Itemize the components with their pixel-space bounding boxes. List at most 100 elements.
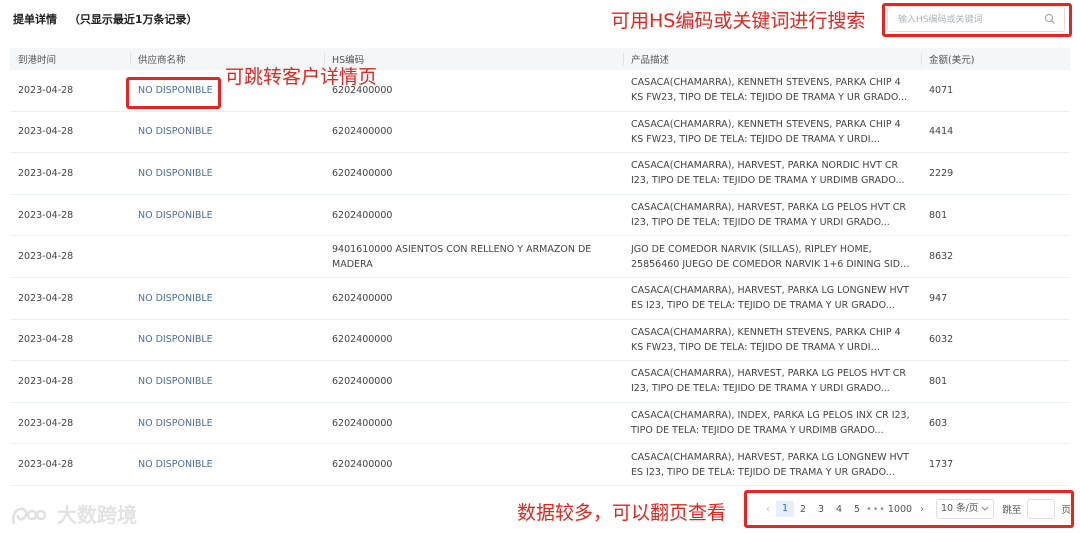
supplier-link[interactable]: NO DISPONIBLE (130, 277, 324, 320)
table-row: 2023-04-28 NO DISPONIBLE 6202400000 CASACA(… (10, 443, 1070, 486)
product-description-cell: CASACA(CHAMARRA), KENNETH STEVENS, PARKA… (623, 319, 921, 362)
arrival-date-cell-text: 2023-04-28 (18, 84, 74, 96)
product-description-cell: CASACA(CHAMARRA), KENNETH STEVENS, PARKA… (623, 111, 921, 154)
amount-cell-text: 603 (929, 417, 948, 429)
hs-code-cell: 6202400000 (324, 111, 623, 154)
arrival-date-cell-text: 2023-04-28 (18, 251, 74, 263)
arrival-date-cell-text: 2023-04-28 (18, 209, 74, 221)
product-description-cell: CASACA(CHAMARRA), HARVEST, PARKA LG PELO… (623, 194, 921, 237)
hs-code-cell-text: 6202400000 (332, 126, 393, 138)
product-description-cell-text: CASACA(CHAMARRA), KENNETH STEVENS, PARKA… (631, 326, 901, 353)
supplier-link[interactable]: NO DISPONIBLE (130, 443, 324, 486)
arrival-date-cell-text: 2023-04-28 (18, 292, 74, 304)
amount-cell: 1737 (921, 443, 1070, 486)
page-ellipsis[interactable]: ••• (866, 504, 886, 515)
prev-page-icon[interactable]: ‹ (760, 504, 776, 515)
page-last[interactable]: 1000 (886, 504, 914, 515)
amount-cell-text: 4071 (929, 84, 954, 96)
supplier-link-text[interactable]: NO DISPONIBLE (138, 208, 316, 223)
product-description-cell: CASACA(CHAMARRA), HARVEST, PARKA LG LONG… (623, 443, 921, 486)
arrival-date-cell: 2023-04-28 (10, 402, 130, 445)
arrival-date-cell-text: 2023-04-28 (18, 417, 74, 429)
supplier-link-text[interactable]: NO DISPONIBLE (138, 291, 316, 306)
product-description-cell: CASACA(CHAMARRA), INDEX, PARKA LG PELOS … (623, 402, 921, 445)
supplier-link-text[interactable]: NO DISPONIBLE (138, 166, 316, 181)
page-5[interactable]: 5 (848, 504, 866, 515)
hs-code-cell: 6202400000 (324, 319, 623, 362)
supplier-link[interactable]: NO DISPONIBLE (130, 319, 324, 362)
page-size-select[interactable]: 10 条/页 (936, 499, 995, 519)
product-description-cell: CASACA(CHAMARRA), HARVEST, PARKA LG PELO… (623, 360, 921, 403)
page-2[interactable]: 2 (794, 504, 812, 515)
column-header-arrival-date[interactable]: 到港时间 (10, 48, 130, 70)
table-row: 2023-04-28 NO DISPONIBLE 6202400000 CASACA(… (10, 319, 1070, 362)
supplier-link[interactable]: NO DISPONIBLE (130, 194, 324, 237)
supplier-link (130, 235, 324, 278)
table-row: 2023-04-28 9401610000 ASIENTOS CON RELLEN… (10, 235, 1070, 278)
amount-cell-text: 8632 (929, 251, 954, 263)
hs-code-cell: 9401610000 ASIENTOS CON RELLENO Y ARMAZO… (324, 235, 623, 278)
amount-cell: 801 (921, 360, 1070, 403)
amount-cell-text: 947 (929, 292, 948, 304)
supplier-link-text[interactable]: NO DISPONIBLE (138, 374, 316, 389)
arrival-date-cell: 2023-04-28 (10, 360, 130, 403)
hs-code-cell-text: 6202400000 (332, 375, 393, 387)
amount-cell-text: 4414 (929, 126, 954, 138)
supplier-link[interactable]: NO DISPONIBLE (130, 402, 324, 445)
column-header-product-description[interactable]: 产品描述 (623, 48, 921, 70)
pagination: ‹ 1 2 3 4 5 ••• 1000 › 10 条/页 跳至 页 (760, 497, 1071, 521)
column-header-amount[interactable]: 金额(美元) (921, 48, 1070, 70)
amount-cell: 603 (921, 402, 1070, 445)
amount-cell: 8632 (921, 235, 1070, 278)
page-3[interactable]: 3 (812, 504, 830, 515)
product-description-cell: CASACA(CHAMARRA), KENNETH STEVENS, PARKA… (623, 70, 921, 112)
arrival-date-cell: 2023-04-28 (10, 443, 130, 486)
product-description-cell: CASACA(CHAMARRA), HARVEST, PARKA NORDIC … (623, 152, 921, 195)
amount-cell: 4071 (921, 70, 1070, 112)
amount-cell: 4414 (921, 111, 1070, 154)
page-4[interactable]: 4 (830, 504, 848, 515)
product-description-cell: CASACA(CHAMARRA), HARVEST, PARKA LG LONG… (623, 277, 921, 320)
next-page-icon[interactable]: › (914, 504, 930, 515)
product-description-cell-text: CASACA(CHAMARRA), KENNETH STEVENS, PARKA… (631, 77, 908, 104)
arrival-date-cell-text: 2023-04-28 (18, 459, 74, 471)
amount-cell: 801 (921, 194, 1070, 237)
page-subtitle: （只显示最近1万条记录） (68, 13, 198, 26)
product-description-cell-text: CASACA(CHAMARRA), INDEX, PARKA LG PELOS … (631, 410, 910, 437)
page-title: 提单详情 （只显示最近1万条记录） (13, 10, 198, 30)
arrival-date-cell: 2023-04-28 (10, 70, 130, 112)
product-description-cell-text: JGO DE COMEDOR NARVIK (SILLAS), RIPLEY H… (631, 243, 907, 270)
supplier-link-text[interactable]: NO DISPONIBLE (138, 457, 316, 472)
table-row: 2023-04-28 NO DISPONIBLE 6202400000 CASACA(… (10, 360, 1070, 403)
supplier-link-text[interactable]: NO DISPONIBLE (138, 416, 316, 431)
amount-cell-text: 2229 (929, 167, 954, 179)
product-description-cell-text: CASACA(CHAMARRA), HARVEST, PARKA LG PELO… (631, 202, 907, 229)
search-highlight-box (882, 3, 1072, 37)
supplier-link-text[interactable]: NO DISPONIBLE (138, 124, 316, 139)
jump-page-input[interactable] (1027, 499, 1056, 519)
hs-code-cell-text: 6202400000 (332, 292, 393, 304)
supplier-link[interactable]: NO DISPONIBLE (130, 360, 324, 403)
table-header-row: 到港时间 供应商名称 HS编码 产品描述 金额(美元) (10, 48, 1070, 70)
amount-cell: 947 (921, 277, 1070, 320)
arrival-date-cell: 2023-04-28 (10, 319, 130, 362)
supplier-highlight-box (126, 77, 221, 109)
table-row: 2023-04-28 NO DISPONIBLE 6202400000 CASACA(… (10, 277, 1070, 320)
page-1[interactable]: 1 (776, 501, 794, 517)
supplier-link[interactable]: NO DISPONIBLE (130, 152, 324, 195)
hs-code-cell-text: 6202400000 (332, 459, 393, 471)
amount-cell: 6032 (921, 319, 1070, 362)
arrival-date-cell-text: 2023-04-28 (18, 334, 74, 346)
hs-code-cell: 6202400000 (324, 402, 623, 445)
supplier-link-text[interactable]: NO DISPONIBLE (138, 332, 316, 347)
amount-cell-text: 6032 (929, 334, 954, 346)
watermark-logo-icon (12, 507, 46, 524)
watermark-text: 大数跨境 (56, 503, 137, 527)
arrival-date-cell-text: 2023-04-28 (18, 167, 74, 179)
hs-code-cell: 6202400000 (324, 443, 623, 486)
arrival-date-cell-text: 2023-04-28 (18, 126, 74, 138)
supplier-link[interactable]: NO DISPONIBLE (130, 111, 324, 154)
amount-cell-text: 1737 (929, 459, 954, 471)
pager-annotation: 数据较多，可以翻页查看 (517, 502, 727, 524)
arrival-date-cell-text: 2023-04-28 (18, 375, 74, 387)
